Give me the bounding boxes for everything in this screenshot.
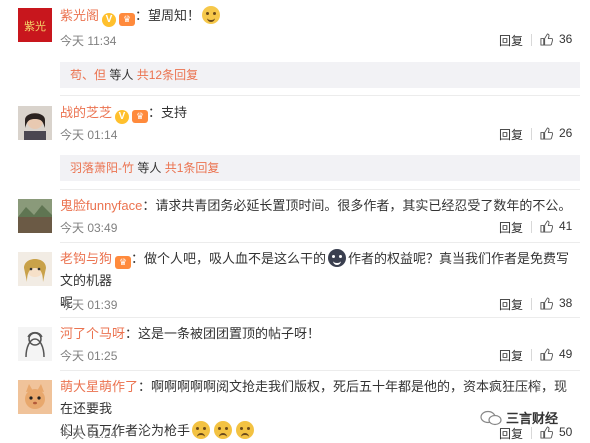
- timestamp: 今天 01:14: [60, 128, 118, 142]
- vip-badge-icon: ♛: [132, 110, 149, 123]
- timestamp: 今天 01:25: [60, 349, 118, 363]
- avatar-image: [18, 106, 52, 140]
- timestamp: 今天 11:34: [60, 34, 117, 48]
- avatar-image: [18, 252, 52, 286]
- divider: [531, 349, 532, 361]
- comment-text: 鬼脸funnyface：请求共青团务必延长置顶时间。很多作者，其实已经忍受了数年…: [60, 198, 572, 213]
- like-count: 49: [559, 347, 573, 361]
- subreply-count-link[interactable]: 共12条回复: [137, 68, 198, 82]
- wechat-icon: [480, 410, 502, 426]
- vip-badge-icon: ♛: [115, 256, 132, 269]
- svg-text:紫光: 紫光: [24, 19, 46, 33]
- comment-text: 紫光阁 V ♛ ：望周知！: [60, 5, 580, 27]
- comment-meta: 今天 01:24 回复 50: [60, 425, 590, 441]
- vip-badge-icon: ♛: [119, 13, 136, 26]
- subreply-users[interactable]: 羽落萧阳-竹: [70, 161, 134, 175]
- smile-emoji-icon: [202, 6, 221, 24]
- subreply-summary[interactable]: 苟、但 等人 共12条回复: [60, 62, 580, 88]
- thumbs-up-icon: [540, 33, 554, 46]
- watermark-text: 三言财经: [506, 411, 559, 426]
- like-count: 50: [559, 425, 573, 439]
- comment-meta: 今天 03:49 回复 41: [60, 219, 590, 235]
- reply-button[interactable]: 回复: [499, 32, 523, 49]
- reply-button[interactable]: 回复: [499, 425, 523, 442]
- thumbs-up-icon: [540, 348, 554, 361]
- avatar[interactable]: [18, 327, 52, 361]
- avatar-image: [18, 327, 52, 361]
- username[interactable]: 河了个马呀: [60, 326, 125, 341]
- avatar[interactable]: 紫光: [18, 8, 52, 42]
- timestamp: 今天 03:49: [60, 221, 118, 235]
- divider: [60, 317, 580, 318]
- like-button[interactable]: 50: [540, 425, 572, 439]
- like-count: 41: [559, 219, 573, 233]
- thumbs-up-icon: [540, 220, 554, 233]
- avatar[interactable]: [18, 199, 52, 233]
- reply-button[interactable]: 回复: [499, 347, 523, 364]
- thumbs-up-icon: [540, 297, 554, 310]
- avatar-image: 紫光: [18, 8, 52, 42]
- divider: [60, 242, 580, 243]
- comment-text: 战的芝芝 V ♛ ：支持: [60, 105, 188, 124]
- reply-button[interactable]: 回复: [499, 219, 523, 236]
- like-button[interactable]: 49: [540, 347, 572, 361]
- avatar[interactable]: [18, 252, 52, 286]
- divider: [60, 370, 580, 371]
- avatar-image: [18, 380, 52, 414]
- comment-meta: 今天 01:39 回复 38: [60, 296, 590, 312]
- angry-emoji-icon: [328, 249, 347, 267]
- subreply-count-link[interactable]: 共1条回复: [165, 161, 220, 175]
- avatar-image: [18, 199, 52, 233]
- thumbs-up-icon: [540, 426, 554, 439]
- verified-badge-icon: V: [102, 13, 117, 27]
- avatar[interactable]: [18, 380, 52, 414]
- subreply-summary[interactable]: 羽落萧阳-竹 等人 共1条回复: [60, 155, 580, 181]
- username[interactable]: 萌大星萌作了: [60, 379, 138, 394]
- like-count: 38: [559, 296, 573, 310]
- username[interactable]: 紫光阁: [60, 8, 99, 23]
- thumbs-up-icon: [540, 127, 554, 140]
- watermark: 三言财经: [480, 408, 558, 427]
- comment-text: 河了个马呀：这是一条被团团置顶的帖子呀！: [60, 326, 321, 341]
- like-button[interactable]: 41: [540, 219, 572, 233]
- divider: [60, 189, 580, 190]
- comment-meta: 今天 11:34 回复 36: [60, 32, 590, 48]
- username[interactable]: 战的芝芝: [60, 105, 112, 120]
- divider: [531, 128, 532, 140]
- username[interactable]: 鬼脸funnyface: [60, 198, 142, 213]
- like-button[interactable]: 26: [540, 126, 572, 140]
- divider: [60, 95, 580, 96]
- avatar[interactable]: [18, 106, 52, 140]
- timestamp: 今天 01:24: [60, 427, 118, 441]
- comment-meta: 今天 01:14 回复 26: [60, 126, 590, 142]
- divider: [531, 427, 532, 439]
- like-count: 26: [559, 126, 573, 140]
- username[interactable]: 老钩与狗: [60, 251, 112, 266]
- like-button[interactable]: 36: [540, 32, 572, 46]
- reply-button[interactable]: 回复: [499, 296, 523, 313]
- verified-badge-icon: V: [115, 110, 130, 124]
- reply-button[interactable]: 回复: [499, 126, 523, 143]
- divider: [531, 221, 532, 233]
- like-count: 36: [559, 32, 573, 46]
- comment-meta: 今天 01:25 回复 49: [60, 347, 590, 363]
- divider: [531, 34, 532, 46]
- timestamp: 今天 01:39: [60, 298, 118, 312]
- subreply-users[interactable]: 苟、但: [70, 68, 106, 82]
- divider: [531, 298, 532, 310]
- like-button[interactable]: 38: [540, 296, 572, 310]
